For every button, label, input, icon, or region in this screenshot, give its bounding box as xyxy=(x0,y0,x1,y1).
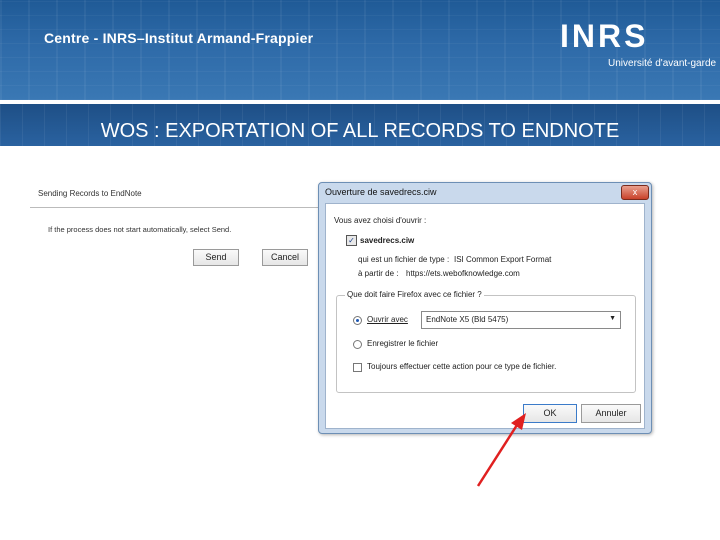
annotation-arrow xyxy=(476,413,526,487)
arrow-shaft xyxy=(476,424,519,487)
arrow-head xyxy=(511,413,526,430)
